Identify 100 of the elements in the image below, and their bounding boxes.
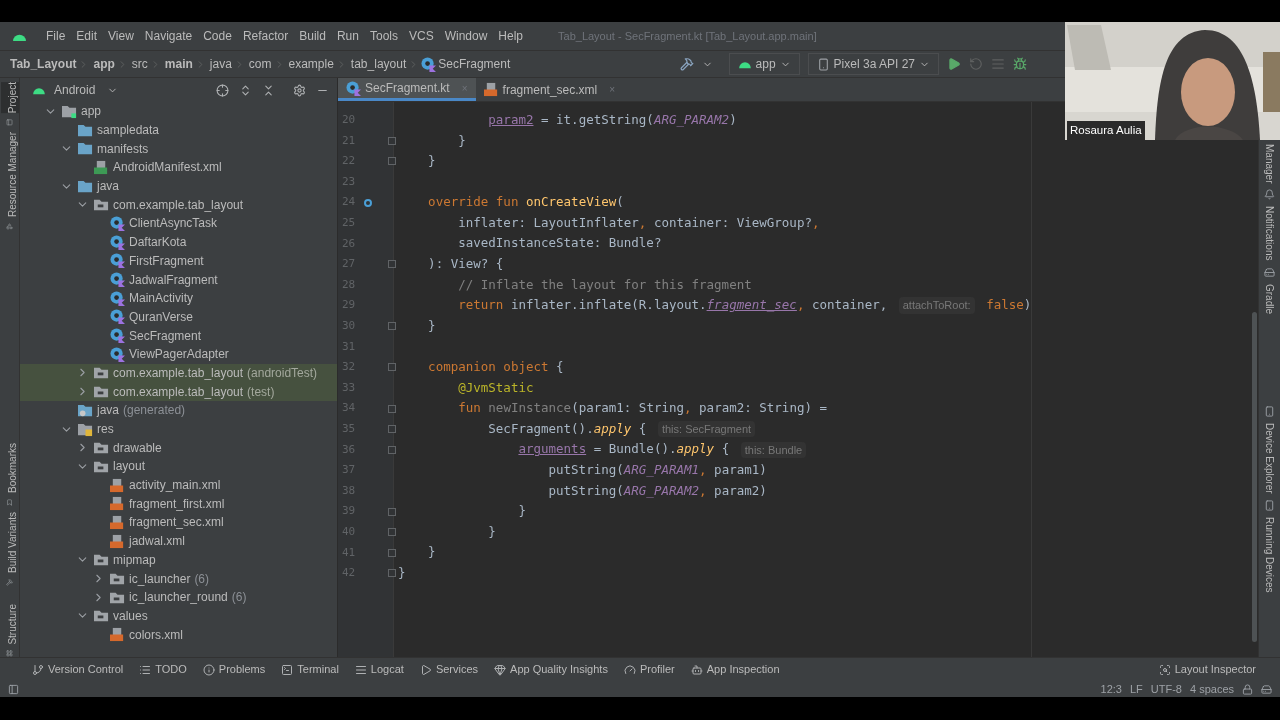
tool-window-tab[interactable]: Terminal: [273, 658, 347, 681]
tool-strip-tab[interactable]: Structure: [0, 603, 19, 645]
fold-icon[interactable]: [388, 363, 396, 372]
menu-item[interactable]: Tools: [369, 27, 398, 45]
tool-window-icon: [1264, 405, 1275, 417]
fold-icon[interactable]: [388, 548, 396, 557]
breadcrumb[interactable]: SecFragment: [438, 55, 511, 73]
tree-item-label: DaftarKota: [129, 234, 187, 252]
code-token: arguments: [518, 440, 587, 459]
tool-window-icon: [4, 578, 15, 586]
code-token: ,: [811, 213, 820, 232]
fold-icon[interactable]: [388, 260, 396, 269]
tool-window-tab[interactable]: TODO: [131, 658, 195, 681]
tool-strip-tab[interactable]: Bookmarks: [0, 443, 19, 494]
folder-icon: [94, 440, 109, 456]
settings-icon[interactable]: [293, 83, 306, 97]
breadcrumb[interactable]: com: [248, 55, 272, 73]
fold-icon[interactable]: [388, 157, 396, 166]
fold-icon[interactable]: [388, 136, 396, 145]
breadcrumb[interactable]: java: [209, 55, 232, 73]
device-dropdown[interactable]: Pixel 3a API 27: [807, 53, 939, 75]
menu-item[interactable]: View: [108, 27, 134, 45]
tool-window-tab[interactable]: Problems: [194, 658, 274, 681]
menu-item[interactable]: VCS: [408, 27, 434, 45]
menu-item[interactable]: Refactor: [242, 27, 289, 45]
menu-item[interactable]: Help: [498, 27, 524, 45]
menu-item[interactable]: Code: [203, 27, 232, 45]
tool-window-tab[interactable]: App Quality Insights: [486, 658, 616, 681]
fold-icon[interactable]: [388, 404, 396, 413]
status-item[interactable]: UTF-8: [1150, 680, 1182, 698]
folder-icon: [94, 608, 109, 624]
build-icon: [679, 57, 694, 71]
tool-window-tab[interactable]: Logcat: [346, 658, 412, 681]
code-token: putString(: [548, 461, 624, 479]
kotlin-class-icon: [110, 309, 125, 325]
project-view-dropdown[interactable]: Android: [54, 81, 119, 99]
menu-item[interactable]: Build: [299, 27, 326, 45]
tree-item-label: FirstFragment: [129, 252, 204, 270]
tool-strip-tab[interactable]: Build Variants: [0, 511, 19, 573]
run-config-dropdown[interactable]: app: [728, 53, 800, 75]
tree-item-label: MainActivity: [129, 290, 193, 308]
tool-strip-tab[interactable]: Project: [0, 82, 19, 114]
folder-icon: [110, 571, 125, 587]
run-icon[interactable]: [947, 57, 961, 71]
fold-icon[interactable]: [388, 425, 396, 434]
breadcrumb[interactable]: tab_layout: [350, 55, 407, 73]
fold-icon[interactable]: [388, 528, 396, 537]
breadcrumb[interactable]: Tab_Layout: [10, 55, 77, 73]
fold-icon[interactable]: [388, 507, 396, 516]
status-item[interactable]: 12:3: [1100, 680, 1122, 698]
fold-icon[interactable]: [388, 322, 396, 331]
tree-item-label: com.example.tab_layout: [113, 383, 244, 401]
breadcrumb[interactable]: main: [164, 55, 193, 73]
code-token: (: [616, 193, 624, 212]
tool-strip-tab[interactable]: Gradle: [1260, 283, 1279, 314]
panel-toggle-icon[interactable]: [8, 683, 19, 695]
rerun-icon[interactable]: [969, 57, 983, 71]
list-icon: [139, 663, 152, 676]
breadcrumb[interactable]: example: [288, 55, 334, 73]
menu-item[interactable]: Run: [336, 27, 359, 45]
tool-strip-tab[interactable]: Resource Manager: [0, 131, 19, 217]
breadcrumb[interactable]: app: [93, 55, 115, 73]
code-token: param2: [488, 110, 534, 129]
status-item[interactable]: 4 spaces: [1189, 680, 1234, 698]
menu-item[interactable]: Navigate: [144, 27, 193, 45]
code-token: }: [428, 316, 436, 335]
fold-icon[interactable]: [388, 569, 396, 578]
menu-item[interactable]: Edit: [76, 27, 98, 45]
gem-icon: [494, 663, 507, 676]
fold-icon[interactable]: [388, 445, 396, 454]
kotlin-class-icon: [421, 56, 437, 72]
tool-window-tab[interactable]: Version Control: [24, 658, 132, 681]
kotlin-class-icon: [110, 253, 125, 269]
tool-strip-tab[interactable]: Running Devices: [1260, 516, 1279, 593]
code-token: }: [458, 131, 466, 150]
code-token: inflater.inflate(R.layout.: [510, 296, 707, 315]
tool-window-tab[interactable]: Services: [411, 658, 487, 681]
breadcrumb[interactable]: src: [131, 55, 148, 73]
code-token: {: [721, 440, 731, 459]
editor-tab[interactable]: fragment_sec.xml ×: [475, 78, 624, 101]
resources-folder-icon: [78, 421, 93, 437]
status-item[interactable]: LF: [1129, 680, 1143, 698]
code-token: param2: String) =: [699, 399, 827, 418]
tool-strip-tab[interactable]: Device Explorer: [1260, 422, 1279, 494]
menu-item[interactable]: File: [46, 27, 66, 45]
android-icon: [737, 59, 752, 69]
debug-icon[interactable]: [1013, 57, 1027, 71]
locate-icon[interactable]: [216, 83, 229, 97]
code-token: param1): [714, 461, 767, 479]
tool-strip-tab[interactable]: Manager: [1260, 144, 1279, 184]
menu-item[interactable]: Window: [444, 27, 488, 45]
expand-all-icon[interactable]: [239, 83, 252, 97]
tool-window-tab[interactable]: App Inspection: [682, 658, 788, 681]
tree-item[interactable]: com.example.tab_layout (test): [20, 382, 337, 401]
override-marker-icon[interactable]: [364, 198, 372, 207]
tool-window-tab[interactable]: Profiler: [615, 658, 683, 681]
editor-tab[interactable]: SecFragment.kt ×: [338, 78, 476, 101]
tool-window-tab[interactable]: Layout Inspector: [1150, 661, 1264, 678]
tool-strip-tab[interactable]: Notifications: [1260, 206, 1279, 261]
collapse-all-icon[interactable]: [262, 83, 275, 97]
